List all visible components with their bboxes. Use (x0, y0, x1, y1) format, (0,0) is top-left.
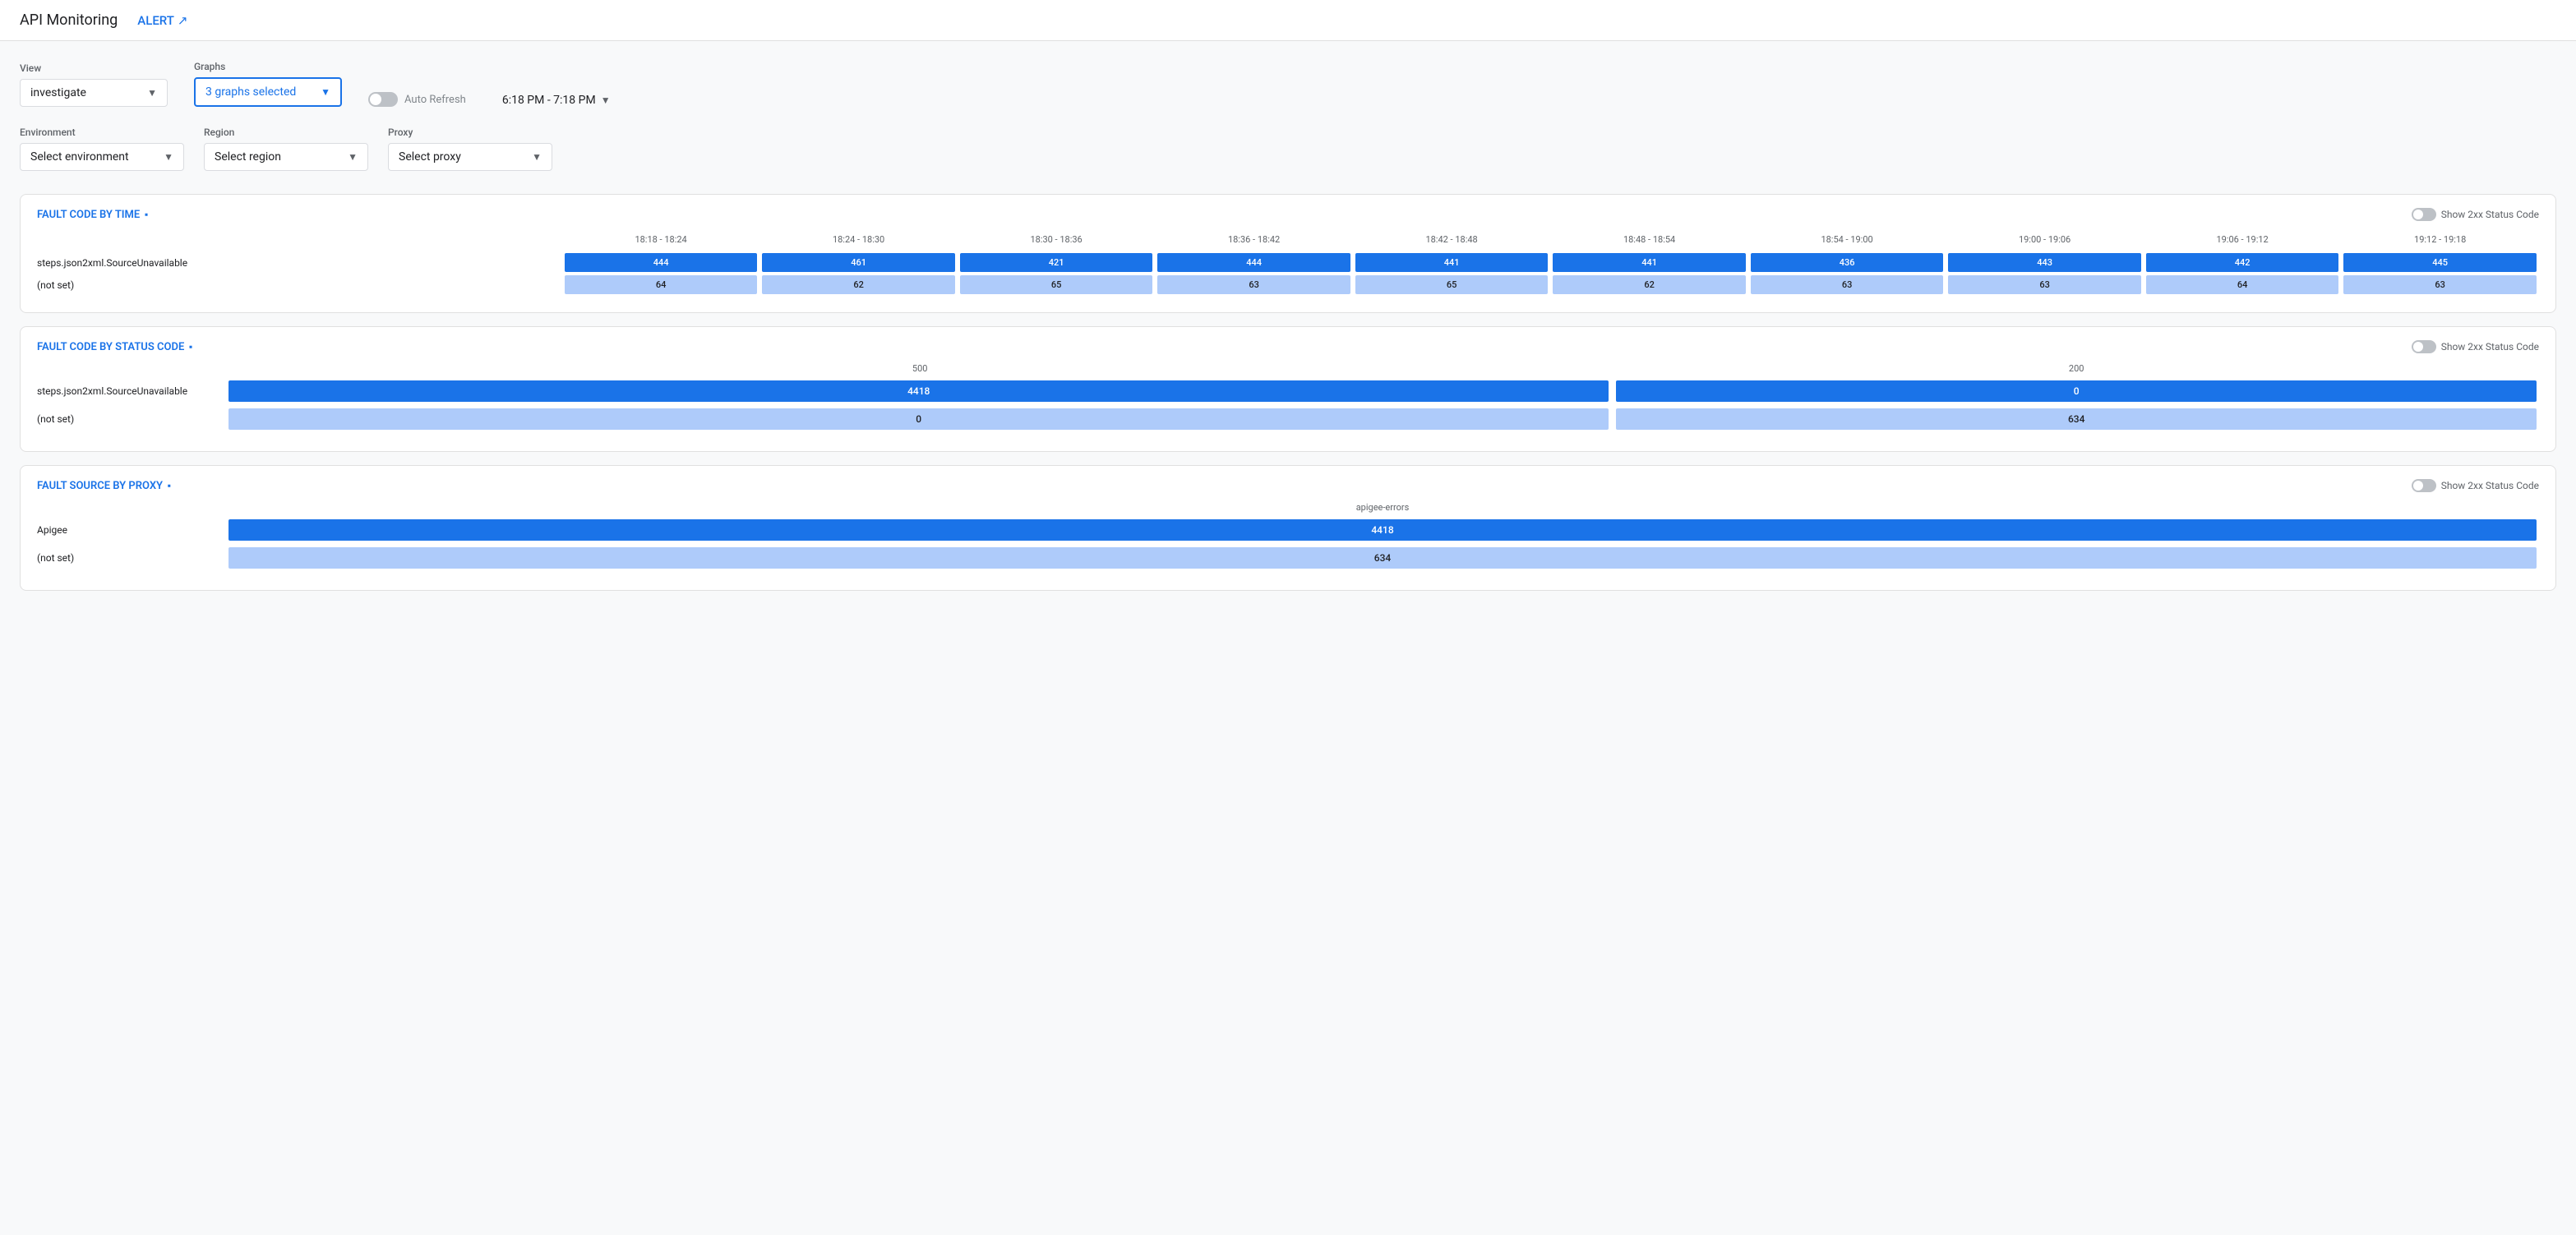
table-row: steps.json2xml.SourceUnavailable 444 461… (37, 251, 2539, 274)
show-2xx-label3: Show 2xx Status Code (2441, 480, 2539, 491)
region-control: Region Select region ▼ (204, 127, 368, 171)
export-icon[interactable]: ⬝ (168, 480, 171, 492)
time-col-6: 18:54 - 19:00 (1748, 231, 1946, 251)
row-label: steps.json2xml.SourceUnavailable (37, 385, 226, 397)
view-control: View investigate ▼ (20, 62, 168, 107)
fault-source-by-proxy-section: FAULT SOURCE BY PROXY ⬝ Show 2xx Status … (20, 465, 2556, 591)
show-2xx-label: Show 2xx Status Code (2441, 209, 2539, 220)
time-col-9: 19:12 - 19:18 (2341, 231, 2539, 251)
proxy-label: Proxy (388, 127, 552, 138)
table-row: (not set) 0 634 (37, 407, 2539, 431)
table-row: (not set) 64 62 65 63 65 62 63 63 64 63 (37, 274, 2539, 296)
bar-cell: 4418 (229, 380, 1609, 402)
region-label: Region (204, 127, 368, 138)
view-dropdown[interactable]: investigate ▼ (20, 79, 168, 107)
auto-refresh-toggle[interactable] (368, 92, 398, 107)
show-2xx-toggle-group2: Show 2xx Status Code (2412, 340, 2539, 353)
chevron-down-icon: ▼ (348, 151, 358, 163)
auto-refresh-group: Auto Refresh (368, 92, 466, 107)
proxy-dropdown[interactable]: Select proxy ▼ (388, 143, 552, 171)
chevron-down-icon: ▼ (321, 86, 330, 98)
row-label: (not set) (37, 274, 562, 296)
time-col-2: 18:30 - 18:36 (958, 231, 1156, 251)
section3-title: FAULT SOURCE BY PROXY ⬝ (37, 480, 171, 492)
time-col-5: 18:48 - 18:54 (1550, 231, 1748, 251)
page-title: API Monitoring (20, 12, 118, 29)
export-icon[interactable]: ⬝ (189, 341, 192, 353)
row-label: (not set) (37, 413, 226, 425)
fault-code-by-time-section: FAULT CODE BY TIME ⬝ Show 2xx Status Cod… (20, 194, 2556, 313)
show-2xx-toggle[interactable] (2412, 208, 2436, 221)
environment-dropdown[interactable]: Select environment ▼ (20, 143, 184, 171)
time-col-8: 19:06 - 19:12 (2144, 231, 2342, 251)
time-col-1: 18:24 - 18:30 (759, 231, 958, 251)
alert-link[interactable]: ALERT ↗ (137, 13, 187, 28)
bar-cell: 4418 (229, 519, 2537, 541)
row-label: (not set) (37, 552, 226, 564)
section2-title: FAULT CODE BY STATUS CODE ⬝ (37, 341, 192, 353)
time-col-3: 18:36 - 18:42 (1155, 231, 1353, 251)
view-value: investigate (30, 86, 86, 99)
show-2xx-toggle3[interactable] (2412, 479, 2436, 492)
auto-refresh-label: Auto Refresh (404, 94, 466, 106)
time-col-0: 18:18 - 18:24 (562, 231, 760, 251)
proxy-placeholder: Select proxy (399, 150, 461, 164)
row-label: steps.json2xml.SourceUnavailable (37, 251, 562, 274)
external-link-icon: ↗ (178, 13, 188, 28)
section1-title: FAULT CODE BY TIME ⬝ (37, 209, 148, 221)
row-label: Apigee (37, 524, 226, 536)
time-range-picker[interactable]: 6:18 PM - 7:18 PM ▼ (502, 94, 611, 107)
time-col-4: 18:42 - 18:48 (1353, 231, 1551, 251)
region-dropdown[interactable]: Select region ▼ (204, 143, 368, 171)
export-icon[interactable]: ⬝ (145, 209, 148, 221)
status-col-header-500: 500 (226, 363, 1613, 374)
proxy-col-header: apigee-errors (226, 502, 2539, 513)
fault-code-by-status-section: FAULT CODE BY STATUS CODE ⬝ Show 2xx Sta… (20, 326, 2556, 452)
view-label: View (20, 62, 168, 74)
environment-placeholder: Select environment (30, 150, 129, 164)
fault-code-time-table: 18:18 - 18:24 18:24 - 18:30 18:30 - 18:3… (37, 231, 2539, 296)
chevron-down-icon: ▼ (532, 151, 542, 163)
bar-cell: 634 (229, 547, 2537, 569)
graphs-dropdown[interactable]: 3 graphs selected ▼ (194, 77, 342, 107)
time-col-7: 19:00 - 19:06 (1946, 231, 2144, 251)
show-2xx-toggle2[interactable] (2412, 340, 2436, 353)
bar-cell: 634 (1616, 408, 2537, 430)
table-row: steps.json2xml.SourceUnavailable 4418 0 (37, 379, 2539, 403)
table-row: (not set) 634 (37, 546, 2539, 570)
show-2xx-label2: Show 2xx Status Code (2441, 341, 2539, 353)
status-col-header-200: 200 (1613, 363, 2539, 374)
graphs-value: 3 graphs selected (205, 85, 296, 99)
time-range-value: 6:18 PM - 7:18 PM (502, 94, 596, 107)
show-2xx-toggle-group: Show 2xx Status Code (2412, 208, 2539, 221)
proxy-control: Proxy Select proxy ▼ (388, 127, 552, 171)
graphs-label: Graphs (194, 61, 342, 72)
environment-control: Environment Select environment ▼ (20, 127, 184, 171)
chevron-down-icon: ▼ (601, 94, 611, 106)
chevron-down-icon: ▼ (164, 151, 173, 163)
region-placeholder: Select region (215, 150, 281, 164)
environment-label: Environment (20, 127, 184, 138)
alert-label: ALERT (137, 13, 174, 28)
bar-cell: 0 (1616, 380, 2537, 402)
table-row: Apigee 4418 (37, 518, 2539, 542)
chevron-down-icon: ▼ (147, 87, 157, 99)
graphs-control: Graphs 3 graphs selected ▼ (194, 61, 342, 107)
show-2xx-toggle-group3: Show 2xx Status Code (2412, 479, 2539, 492)
bar-cell: 0 (229, 408, 1609, 430)
